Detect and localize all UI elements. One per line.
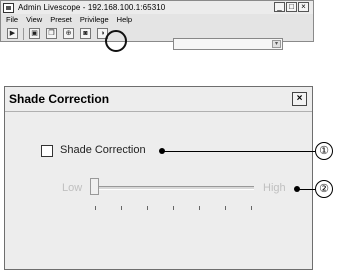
menu-help[interactable]: Help [117, 15, 132, 24]
callout-dot-1 [159, 148, 165, 154]
minimize-button[interactable]: _ [274, 2, 285, 12]
menubar: File View Preset Privilege Help [1, 14, 135, 25]
fit-icon[interactable]: ▣ [29, 28, 40, 39]
menu-preset[interactable]: Preset [50, 15, 72, 24]
shade-correction-checkbox[interactable] [41, 145, 53, 157]
menu-view[interactable]: View [26, 15, 42, 24]
window-controls: _ □ × [274, 2, 309, 12]
slider-track[interactable] [92, 186, 254, 190]
copy-icon[interactable]: ❐ [46, 28, 57, 39]
chevron-down-icon[interactable]: ▾ [272, 40, 281, 48]
camera-icon[interactable]: ◙ [80, 28, 91, 39]
app-titlebar: Admin Livescope - 192.168.100.1:65310 _ … [1, 1, 313, 14]
callout-dot-2 [294, 186, 300, 192]
slider-tick [121, 206, 122, 210]
shade-correction-label: Shade Correction [60, 144, 146, 156]
highlight-circle [105, 30, 127, 52]
slider-tick [225, 206, 226, 210]
slider-thumb[interactable] [90, 178, 99, 195]
slider-low-label: Low [62, 182, 83, 194]
divider [5, 111, 312, 112]
menu-privilege[interactable]: Privilege [80, 15, 109, 24]
app-icon [3, 2, 14, 13]
preset-combo[interactable]: ▾ [173, 38, 283, 50]
toolbar-separator [23, 28, 24, 40]
app-title: Admin Livescope - 192.168.100.1:65310 [18, 3, 166, 12]
slider-tick [147, 206, 148, 210]
callout-1: ① [315, 142, 333, 160]
slider-tick [95, 206, 96, 210]
slider-tick [173, 206, 174, 210]
callout-2: ② [315, 180, 333, 198]
maximize-button[interactable]: □ [286, 2, 297, 12]
dialog-title: Shade Correction [9, 92, 110, 106]
app-window: Admin Livescope - 192.168.100.1:65310 _ … [0, 0, 314, 42]
slider-tick [199, 206, 200, 210]
menu-file[interactable]: File [6, 15, 18, 24]
slider-tick [251, 206, 252, 210]
crosshair-icon[interactable]: ⊕ [63, 28, 74, 39]
callout-leader-1 [162, 151, 315, 152]
play-icon[interactable]: ▶ [7, 28, 18, 39]
close-button[interactable]: × [298, 2, 309, 12]
slider-high-label: High [263, 182, 286, 194]
shade-correction-dialog: Shade Correction × [4, 86, 313, 270]
dialog-close-button[interactable]: × [292, 92, 307, 106]
